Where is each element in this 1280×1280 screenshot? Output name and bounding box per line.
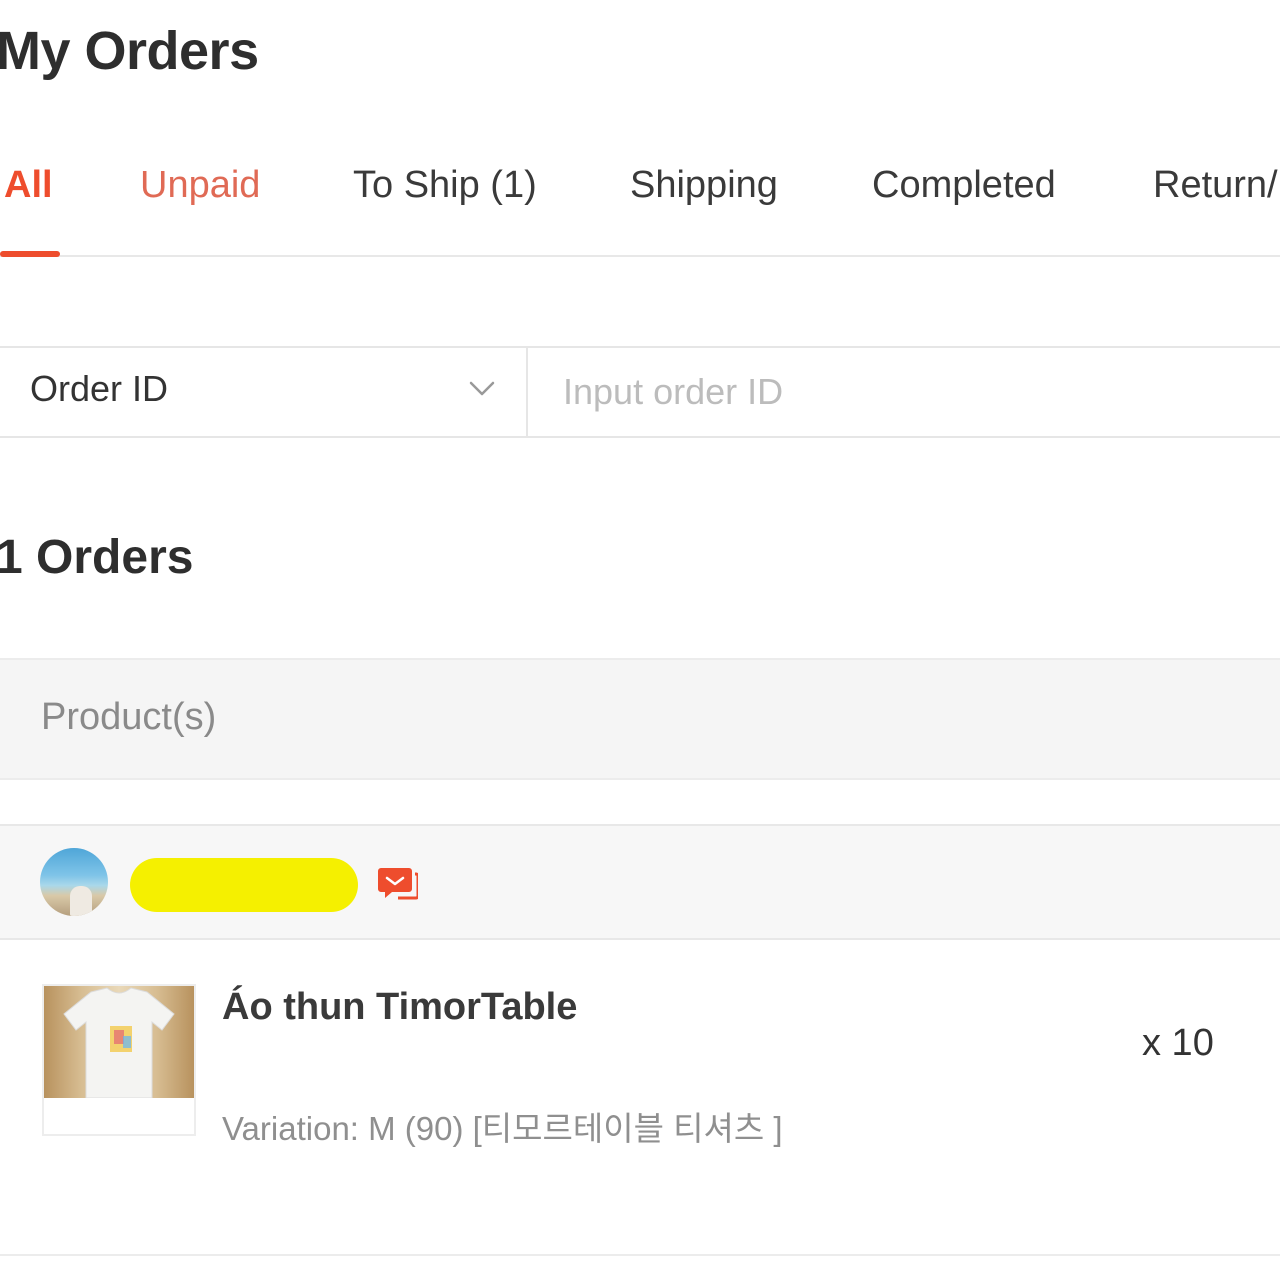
table-header: Product(s) xyxy=(0,658,1280,780)
order-status-tabs: All Unpaid To Ship (1) Shipping Complete… xyxy=(0,140,1280,257)
avatar[interactable] xyxy=(40,848,108,916)
chat-icon[interactable] xyxy=(378,866,418,902)
avatar-figure xyxy=(70,886,92,916)
product-name[interactable]: Áo thun TimorTable xyxy=(222,986,577,1029)
tab-return[interactable]: Return/ xyxy=(1153,164,1278,207)
tab-all[interactable]: All xyxy=(4,164,53,207)
product-quantity: x 10 xyxy=(1142,1022,1214,1064)
table-header-products: Product(s) xyxy=(41,696,217,738)
page-title: My Orders xyxy=(0,21,259,81)
order-search-bar: Order ID xyxy=(0,346,1280,438)
tab-unpaid[interactable]: Unpaid xyxy=(140,164,260,207)
search-field-select[interactable]: Order ID xyxy=(0,348,528,436)
search-field-select-value: Order ID xyxy=(30,368,169,409)
product-thumbnail[interactable] xyxy=(42,984,196,1136)
order-id-input[interactable] xyxy=(530,348,1270,436)
tab-shipping[interactable]: Shipping xyxy=(630,164,778,207)
tshirt-image xyxy=(63,987,175,1098)
product-variation: Variation: M (90) [티모르테이블 티셔츠 ] xyxy=(222,1110,783,1147)
active-tab-indicator xyxy=(0,251,60,257)
order-product-row[interactable]: Áo thun TimorTable Variation: M (90) [티모… xyxy=(0,938,1280,1256)
shop-row xyxy=(0,824,1280,940)
orders-count: 1 Orders xyxy=(0,531,194,584)
chevron-down-icon xyxy=(469,381,495,396)
tab-to-ship[interactable]: To Ship (1) xyxy=(353,164,537,207)
shop-name-redacted xyxy=(130,858,358,912)
tab-completed[interactable]: Completed xyxy=(872,164,1056,207)
